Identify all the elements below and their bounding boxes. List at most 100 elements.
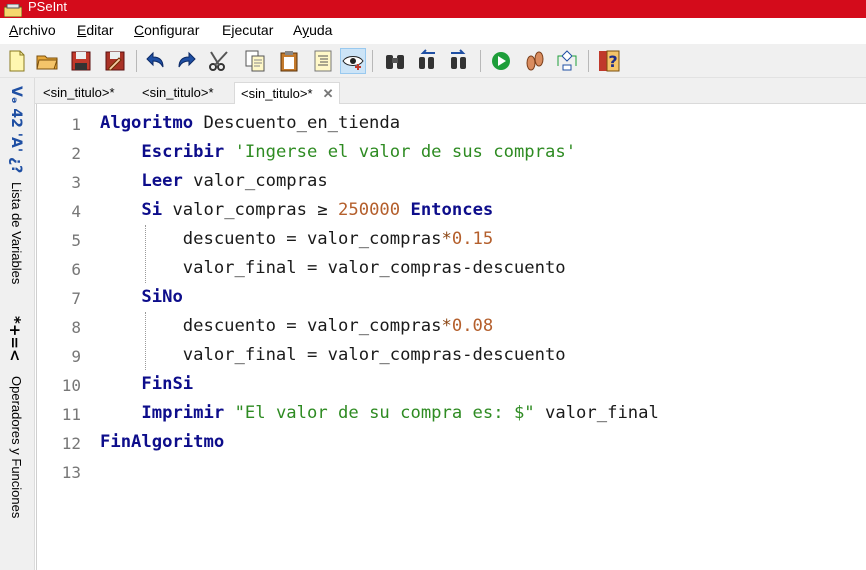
- window-title: PSeInt: [28, 0, 68, 14]
- menu-ejecutar[interactable]: Ejecutar: [222, 22, 273, 38]
- save-as-icon: [105, 51, 125, 71]
- code-keyword: Si: [141, 200, 163, 220]
- line-number: 12: [61, 434, 81, 453]
- flowchart-button[interactable]: [554, 48, 580, 74]
- code-line[interactable]: Escribir 'Ingerse el valor de sus compra…: [100, 142, 576, 162]
- tab-bar: <sin_titulo>* <sin_titulo>* <sin_titulo>…: [35, 78, 866, 105]
- line-number: 1: [71, 115, 81, 134]
- code-line[interactable]: Imprimir "El valor de su compra es: $" v…: [100, 403, 659, 423]
- code-line[interactable]: valor_final = valor_compras-descuento: [100, 258, 566, 278]
- undo-icon: [146, 51, 164, 68]
- variables-list-tab[interactable]: Lista de Variables: [9, 182, 24, 284]
- indent-guide: [145, 225, 146, 283]
- code-keyword: Leer: [141, 171, 183, 191]
- inspect-variables-icon: [342, 56, 364, 70]
- code-keyword: Algoritmo: [100, 113, 194, 133]
- line-number: 6: [71, 260, 81, 279]
- code-line[interactable]: descuento = valor_compras*0.08: [100, 316, 493, 336]
- toolbar: ?: [0, 44, 866, 78]
- find-button[interactable]: [382, 48, 408, 74]
- code-keyword: FinAlgoritmo: [100, 432, 225, 452]
- operators-symbols-icon[interactable]: *+=<: [6, 316, 24, 362]
- toolbar-separator: [372, 50, 373, 72]
- copy-button[interactable]: [242, 48, 268, 74]
- code-line[interactable]: Si valor_compras ≥ 250000 Entonces: [100, 200, 493, 220]
- indent-button[interactable]: [310, 48, 336, 74]
- code-text: Descuento_en_tienda: [193, 113, 401, 133]
- code-number: 250000: [338, 200, 401, 220]
- code-line[interactable]: SiNo: [100, 287, 182, 307]
- line-number: 7: [71, 289, 81, 308]
- variables-symbols-icon[interactable]: Vₔ 42 'A' ¿?: [8, 86, 24, 173]
- code-line[interactable]: FinSi: [100, 374, 193, 394]
- menu-archivo[interactable]: Archivo: [9, 22, 56, 38]
- code-line[interactable]: Algoritmo Descuento_en_tienda: [100, 113, 400, 133]
- line-number: 8: [71, 318, 81, 337]
- save-button[interactable]: [68, 48, 94, 74]
- open-button[interactable]: [34, 48, 60, 74]
- inspect-variables-button[interactable]: [340, 48, 366, 74]
- menu-bar: Archivo Editar Configurar Ejecutar Ayuda: [0, 18, 866, 44]
- step-by-step-button[interactable]: [522, 48, 548, 74]
- code-line[interactable]: Leer valor_compras: [100, 171, 327, 191]
- help-icon: ?: [599, 50, 620, 72]
- line-number: 10: [61, 376, 81, 395]
- code-number: 0.15: [451, 229, 494, 249]
- code-line[interactable]: descuento = valor_compras*0.15: [100, 229, 493, 249]
- code-number: 0.08: [451, 316, 494, 336]
- svg-text:?: ?: [608, 52, 617, 71]
- line-number: 11: [61, 405, 81, 424]
- toolbar-separator: [588, 50, 589, 72]
- save-as-button[interactable]: [102, 48, 128, 74]
- paste-icon: [280, 51, 298, 72]
- pseint-app-icon: [3, 2, 23, 18]
- find-next-button[interactable]: [446, 48, 472, 74]
- help-button[interactable]: ?: [596, 48, 622, 74]
- code-text: valor_final: [534, 403, 659, 423]
- run-button[interactable]: [488, 48, 514, 74]
- redo-button[interactable]: [174, 48, 200, 74]
- redo-icon: [178, 51, 196, 68]
- code-text: *: [441, 229, 452, 249]
- find-previous-button[interactable]: [414, 48, 440, 74]
- indent-guide: [145, 312, 146, 370]
- open-folder-icon: [36, 55, 58, 70]
- code-editor[interactable]: 1 2 3 4 5 6 7 8 9 10 11 12 13 Algoritmo Descuento_en_…: [36, 104, 866, 570]
- copy-icon: [245, 50, 265, 72]
- menu-configurar[interactable]: Configurar: [134, 22, 199, 38]
- cut-button[interactable]: [206, 48, 232, 74]
- operators-functions-tab[interactable]: Operadores y Funciones: [9, 376, 24, 518]
- new-file-button[interactable]: [4, 48, 30, 74]
- code-line[interactable]: valor_final = valor_compras-descuento: [100, 345, 566, 365]
- flowchart-icon: [557, 50, 577, 71]
- line-number: 2: [71, 144, 81, 163]
- tab-sin-titulo-2[interactable]: <sin_titulo>*: [136, 82, 220, 104]
- line-number: 9: [71, 347, 81, 366]
- run-icon: [492, 52, 510, 70]
- menu-editar[interactable]: Editar: [77, 22, 114, 38]
- close-tab-icon[interactable]: ✕: [323, 86, 334, 101]
- undo-button[interactable]: [142, 48, 168, 74]
- menu-ayuda[interactable]: Ayuda: [293, 22, 332, 38]
- line-number: 5: [71, 231, 81, 250]
- code-line[interactable]: FinAlgoritmo: [100, 432, 224, 452]
- code-string: "El valor de su compra es: $": [234, 403, 535, 423]
- tab-sin-titulo-3[interactable]: <sin_titulo>* ✕: [234, 82, 341, 105]
- code-text: *: [441, 316, 452, 336]
- line-number: 13: [61, 463, 81, 482]
- line-number: 3: [71, 173, 81, 192]
- code-keyword: Entonces: [410, 200, 494, 220]
- paste-button[interactable]: [276, 48, 302, 74]
- title-bar: PSeInt: [0, 0, 866, 18]
- save-icon: [71, 51, 91, 71]
- tab-sin-titulo-1[interactable]: <sin_titulo>*: [37, 82, 121, 104]
- indent-icon: [314, 50, 332, 72]
- side-panel: Vₔ 42 'A' ¿? Lista de Variables *+=< Ope…: [0, 78, 35, 570]
- code-text: descuento = valor_compras: [100, 229, 442, 249]
